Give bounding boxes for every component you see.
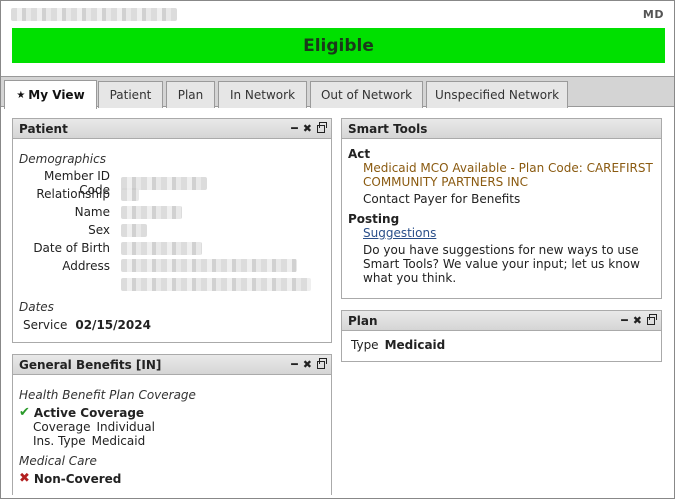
eligibility-status-text: Eligible	[303, 35, 374, 56]
panel-title: General Benefits [IN]	[19, 357, 162, 372]
field-relationship: Relationship	[13, 187, 139, 201]
eligibility-status-banner: Eligible	[12, 28, 665, 63]
contact-payer-text: Contact Payer for Benefits	[363, 192, 521, 206]
panel-title: Plan	[348, 313, 378, 328]
patient-panel: Patient ━ ✖ Demographics Member ID Code …	[12, 118, 332, 343]
panel-title: Patient	[19, 121, 68, 136]
plan-panel-header: Plan ━ ✖	[342, 311, 661, 331]
plan-panel: Plan ━ ✖ Type Medicaid	[341, 310, 662, 362]
suggestions-link[interactable]: Suggestions	[363, 226, 436, 240]
suggest-text-2: Smart Tools? We value your input; let us…	[363, 257, 640, 271]
redacted-value	[121, 241, 202, 255]
redacted-value	[121, 278, 311, 291]
act-label: Act	[348, 147, 371, 161]
minimize-icon[interactable]: ━	[621, 315, 628, 326]
dates-label: Dates	[19, 300, 54, 314]
service-date-row: Service 02/15/2024	[23, 318, 151, 332]
tab-patient[interactable]: Patient	[98, 81, 163, 108]
smart-tools-panel-header: Smart Tools	[342, 119, 661, 139]
smart-tools-panel: Smart Tools Act Medicaid MCO Available -…	[341, 118, 662, 299]
popout-icon[interactable]	[647, 313, 657, 325]
plan-type-row: Type Medicaid	[351, 338, 446, 352]
suggest-text-3: what you think.	[363, 271, 457, 285]
popout-icon[interactable]	[317, 121, 327, 133]
redacted-value	[121, 205, 182, 219]
field-address: Address	[13, 259, 311, 291]
redacted-value	[121, 259, 297, 272]
service-date: 02/15/2024	[75, 318, 151, 332]
state-code: MD	[642, 8, 664, 21]
close-icon[interactable]: ✖	[303, 123, 312, 134]
tab-unspecified-network[interactable]: Unspecified Network	[426, 81, 568, 108]
coverage-section-label: Health Benefit Plan Coverage	[19, 388, 196, 402]
popout-icon[interactable]	[317, 357, 327, 369]
star-icon: ★	[16, 89, 26, 101]
active-coverage-row: ✔ Active Coverage	[19, 405, 145, 420]
checkmark-icon: ✔	[19, 405, 30, 420]
medical-care-label: Medical Care	[19, 454, 97, 468]
eligibility-window: MD Eligible ★ My View Patient Plan In Ne…	[0, 0, 675, 499]
posting-label: Posting	[348, 212, 400, 226]
tab-plan[interactable]: Plan	[166, 81, 215, 108]
field-date-of-birth: Date of Birth	[13, 241, 202, 255]
medicaid-mco-line-2: COMMUNITY PARTNERS INC	[363, 175, 528, 189]
non-covered-row: ✖ Non-Covered	[19, 471, 122, 486]
general-benefits-panel: General Benefits [IN] ━ ✖ Health Benefit…	[12, 354, 332, 495]
medicaid-mco-line-1: Medicaid MCO Available - Plan Code: CARE…	[363, 161, 653, 175]
benefits-panel-header: General Benefits [IN] ━ ✖	[13, 355, 331, 375]
x-mark-icon: ✖	[19, 471, 30, 486]
minimize-icon[interactable]: ━	[291, 123, 298, 134]
plan-type-value: Medicaid	[384, 338, 446, 352]
demographics-label: Demographics	[19, 152, 106, 166]
ins-type-row: Ins. Type Medicaid	[33, 434, 146, 448]
tab-out-of-network[interactable]: Out of Network	[310, 81, 423, 108]
field-sex: Sex	[13, 223, 147, 237]
suggest-text-1: Do you have suggestions for new ways to …	[363, 243, 639, 257]
tab-strip: ★ My View Patient Plan In Network Out of…	[1, 76, 674, 109]
tab-in-network[interactable]: In Network	[218, 81, 307, 108]
redacted-value	[121, 187, 139, 201]
close-icon[interactable]: ✖	[633, 315, 642, 326]
tab-my-view[interactable]: ★ My View	[4, 80, 97, 109]
minimize-icon[interactable]: ━	[291, 359, 298, 370]
redacted-patient-name	[11, 8, 177, 21]
top-bar: MD	[1, 1, 674, 27]
field-name: Name	[13, 205, 182, 219]
patient-panel-header: Patient ━ ✖	[13, 119, 331, 139]
redacted-value	[121, 223, 147, 237]
coverage-row: Coverage Individual	[33, 420, 155, 434]
close-icon[interactable]: ✖	[303, 359, 312, 370]
panel-title: Smart Tools	[348, 121, 428, 136]
